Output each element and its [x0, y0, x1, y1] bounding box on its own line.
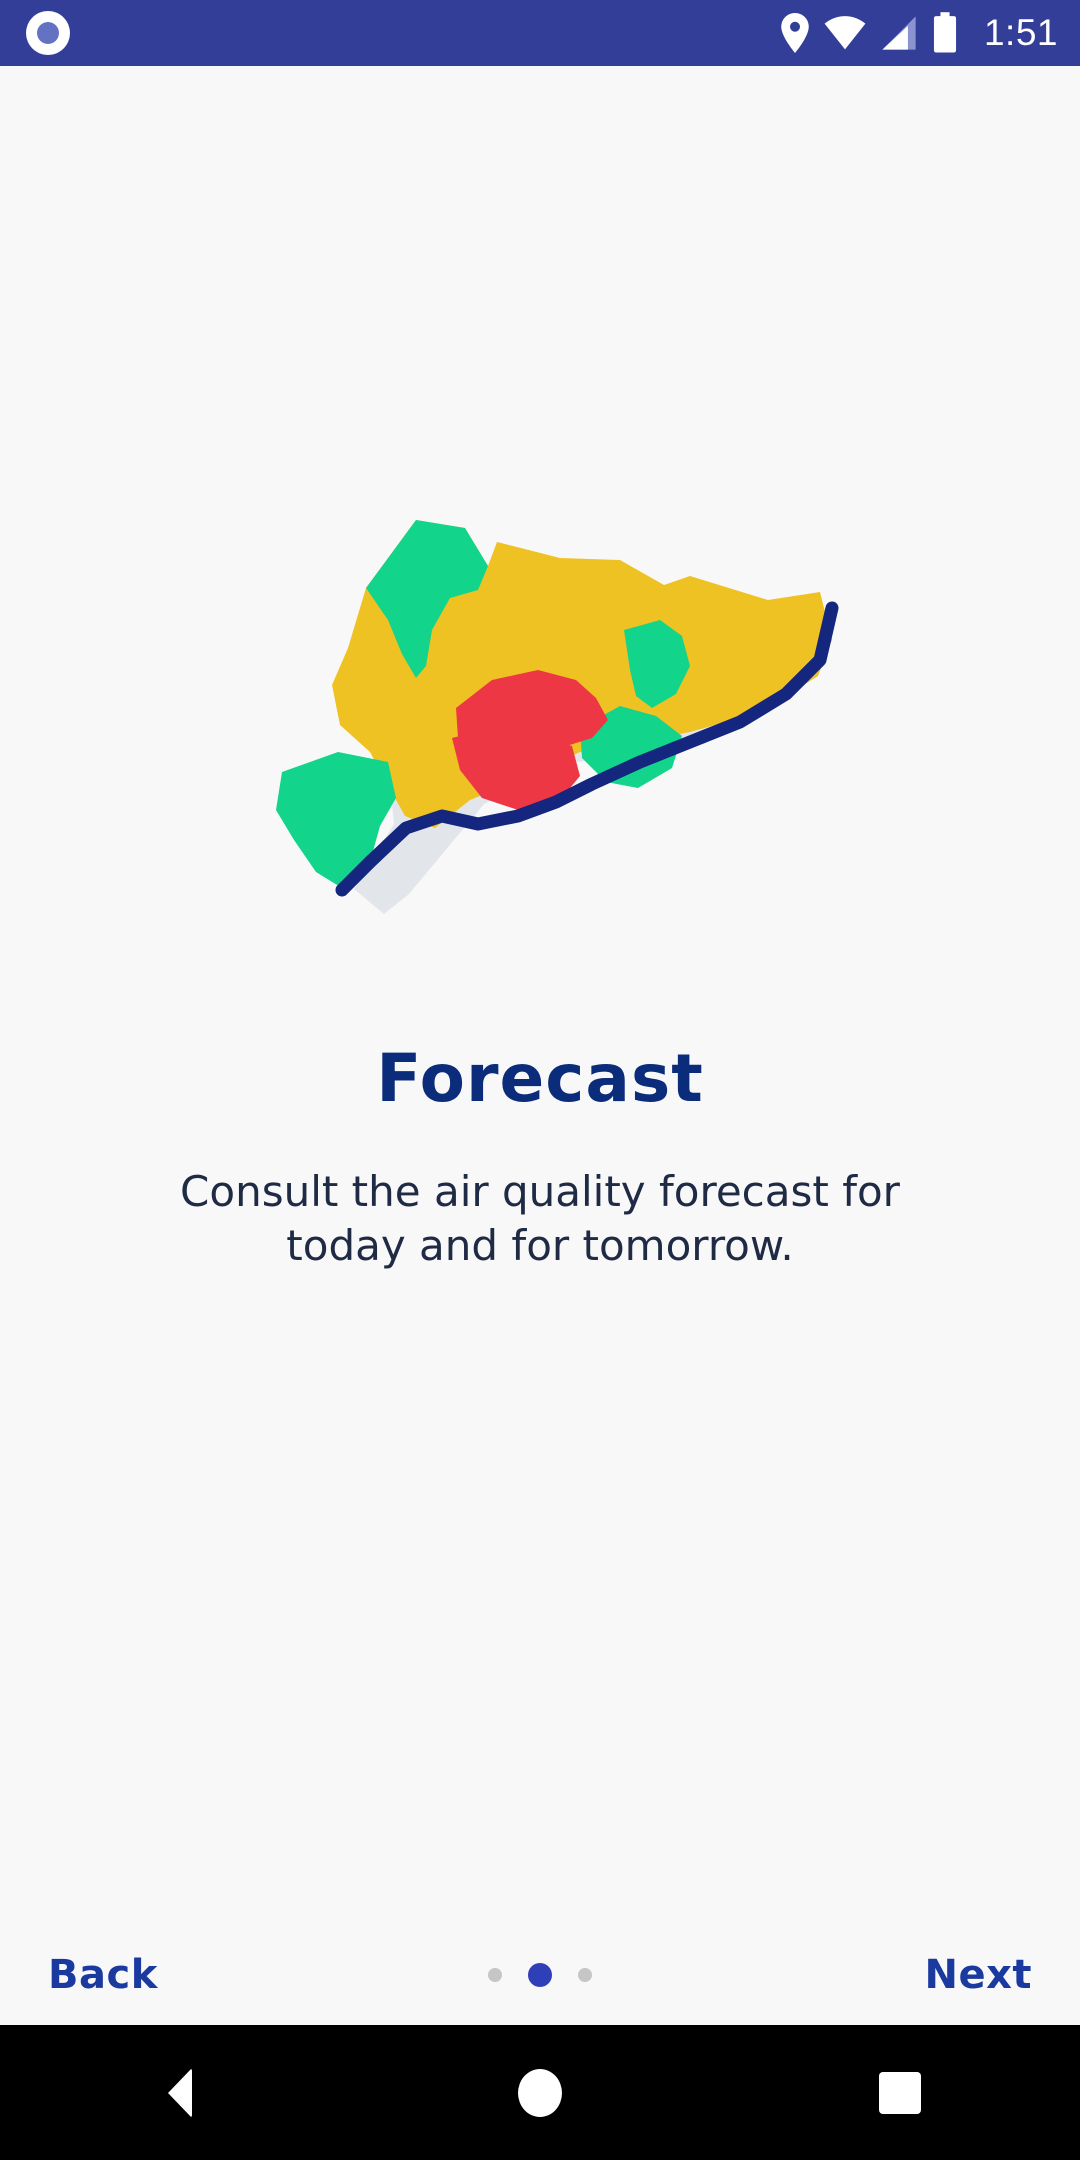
catalonia-air-quality-map-icon: [276, 520, 839, 914]
app-screen: 1:51 Forecast Consult the air quality fo…: [0, 0, 1080, 2160]
home-circle-icon: [518, 2068, 562, 2117]
next-button[interactable]: Next: [924, 1952, 1032, 1998]
status-icons: 1:51: [780, 12, 1058, 54]
page-indicator: [0, 1963, 1080, 1987]
location-pin-icon: [781, 13, 809, 53]
wifi-icon: [824, 16, 866, 50]
status-bar: 1:51: [0, 0, 1080, 66]
circle-notification-icon: [26, 11, 70, 55]
battery-icon: [933, 12, 957, 53]
page-dot-3[interactable]: [578, 1968, 592, 1982]
system-home-button[interactable]: [465, 2025, 615, 2160]
android-navigation-bar: [0, 2025, 1080, 2160]
onboarding-illustration: [0, 460, 1080, 940]
system-back-button[interactable]: [105, 2025, 255, 2160]
onboarding-footer: Back Next: [0, 1930, 1080, 2020]
page-title: Forecast: [376, 1040, 704, 1117]
system-recents-button[interactable]: [825, 2025, 975, 2160]
page-dot-1[interactable]: [488, 1968, 502, 1982]
cell-signal-icon: [882, 16, 916, 50]
page-subtitle: Consult the air quality forecast for tod…: [180, 1167, 900, 1270]
back-button[interactable]: Back: [48, 1952, 158, 1998]
notification-area: [26, 11, 780, 55]
back-triangle-icon: [168, 2067, 192, 2118]
page-dot-2[interactable]: [528, 1963, 552, 1987]
status-bar-clock: 1:51: [983, 12, 1058, 53]
recents-square-icon: [879, 2071, 921, 2114]
